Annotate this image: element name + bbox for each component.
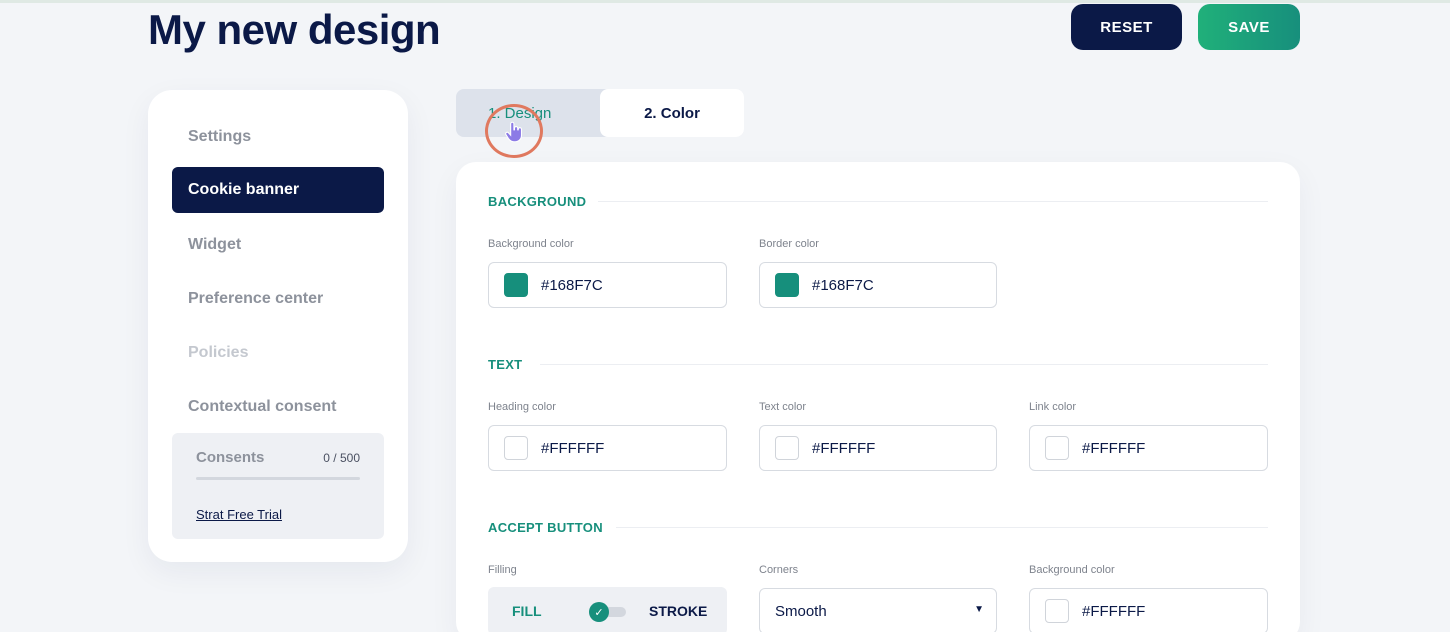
text-color-label: Text color xyxy=(759,401,807,413)
border-color-field[interactable]: #168F7C xyxy=(759,262,997,308)
sidebar-item-cookie-banner[interactable]: Cookie banner xyxy=(172,167,384,213)
sidebar-item-preference-center[interactable]: Preference center xyxy=(172,276,384,322)
save-button[interactable]: SAVE xyxy=(1198,4,1300,50)
page-title: My new design xyxy=(148,6,441,53)
border-color-label: Border color xyxy=(759,238,819,250)
reset-button[interactable]: RESET xyxy=(1071,4,1182,50)
sidebar-item-widget[interactable]: Widget xyxy=(172,222,384,268)
start-free-trial-link[interactable]: Strat Free Trial xyxy=(196,507,282,522)
background-color-label: Background color xyxy=(488,238,574,250)
consents-box: Consents 0 / 500 Strat Free Trial xyxy=(172,433,384,539)
background-color-value: #168F7C xyxy=(541,276,603,294)
corners-value: Smooth xyxy=(775,602,827,620)
check-icon[interactable]: ✓ xyxy=(589,602,609,622)
section-title-background: BACKGROUND xyxy=(488,194,587,209)
divider xyxy=(540,364,1268,365)
color-swatch[interactable] xyxy=(775,436,799,460)
tab-color[interactable]: 2. Color xyxy=(600,89,744,137)
corners-select[interactable]: Smooth ▼ xyxy=(759,588,997,632)
consents-progress-bar xyxy=(196,477,360,480)
heading-color-field[interactable]: #FFFFFF xyxy=(488,425,727,471)
sidebar-item-settings[interactable]: Settings xyxy=(172,114,384,160)
filling-label: Filling xyxy=(488,564,517,576)
color-swatch[interactable] xyxy=(1045,599,1069,623)
color-swatch[interactable] xyxy=(775,273,799,297)
text-color-value: #FFFFFF xyxy=(812,439,876,457)
sidebar-item-contextual-consent[interactable]: Contextual consent xyxy=(172,384,384,430)
accept-background-color-value: #FFFFFF xyxy=(1082,602,1146,620)
hand-pointer-icon xyxy=(505,121,523,143)
section-title-accept-button: ACCEPT BUTTON xyxy=(488,520,603,535)
link-color-label: Link color xyxy=(1029,401,1077,413)
color-settings-panel: BACKGROUND Background color #168F7C Bord… xyxy=(456,162,1300,632)
color-swatch[interactable] xyxy=(1045,436,1069,460)
divider xyxy=(598,201,1268,202)
link-color-value: #FFFFFF xyxy=(1082,439,1146,457)
consents-count: 0 / 500 xyxy=(323,451,360,465)
chevron-down-icon: ▼ xyxy=(974,604,984,615)
sidebar-item-policies: Policies xyxy=(188,344,249,361)
stroke-option[interactable]: STROKE xyxy=(649,603,707,619)
accept-background-color-field[interactable]: #FFFFFF xyxy=(1029,588,1268,632)
text-color-field[interactable]: #FFFFFF xyxy=(759,425,997,471)
sidebar: Settings Cookie banner Widget Preference… xyxy=(148,90,408,562)
filling-toggle[interactable]: FILL ✓ STROKE xyxy=(488,587,727,632)
heading-color-value: #FFFFFF xyxy=(541,439,605,457)
section-title-text: TEXT xyxy=(488,357,523,372)
heading-color-label: Heading color xyxy=(488,401,556,413)
background-color-field[interactable]: #168F7C xyxy=(488,262,727,308)
corners-label: Corners xyxy=(759,564,799,576)
fill-option[interactable]: FILL xyxy=(512,603,542,619)
top-border xyxy=(0,0,1450,3)
color-swatch[interactable] xyxy=(504,436,528,460)
accept-background-color-label: Background color xyxy=(1029,564,1115,576)
color-swatch[interactable] xyxy=(504,273,528,297)
divider xyxy=(616,527,1268,528)
consents-label: Consents xyxy=(196,449,265,466)
border-color-value: #168F7C xyxy=(812,276,874,294)
link-color-field[interactable]: #FFFFFF xyxy=(1029,425,1268,471)
